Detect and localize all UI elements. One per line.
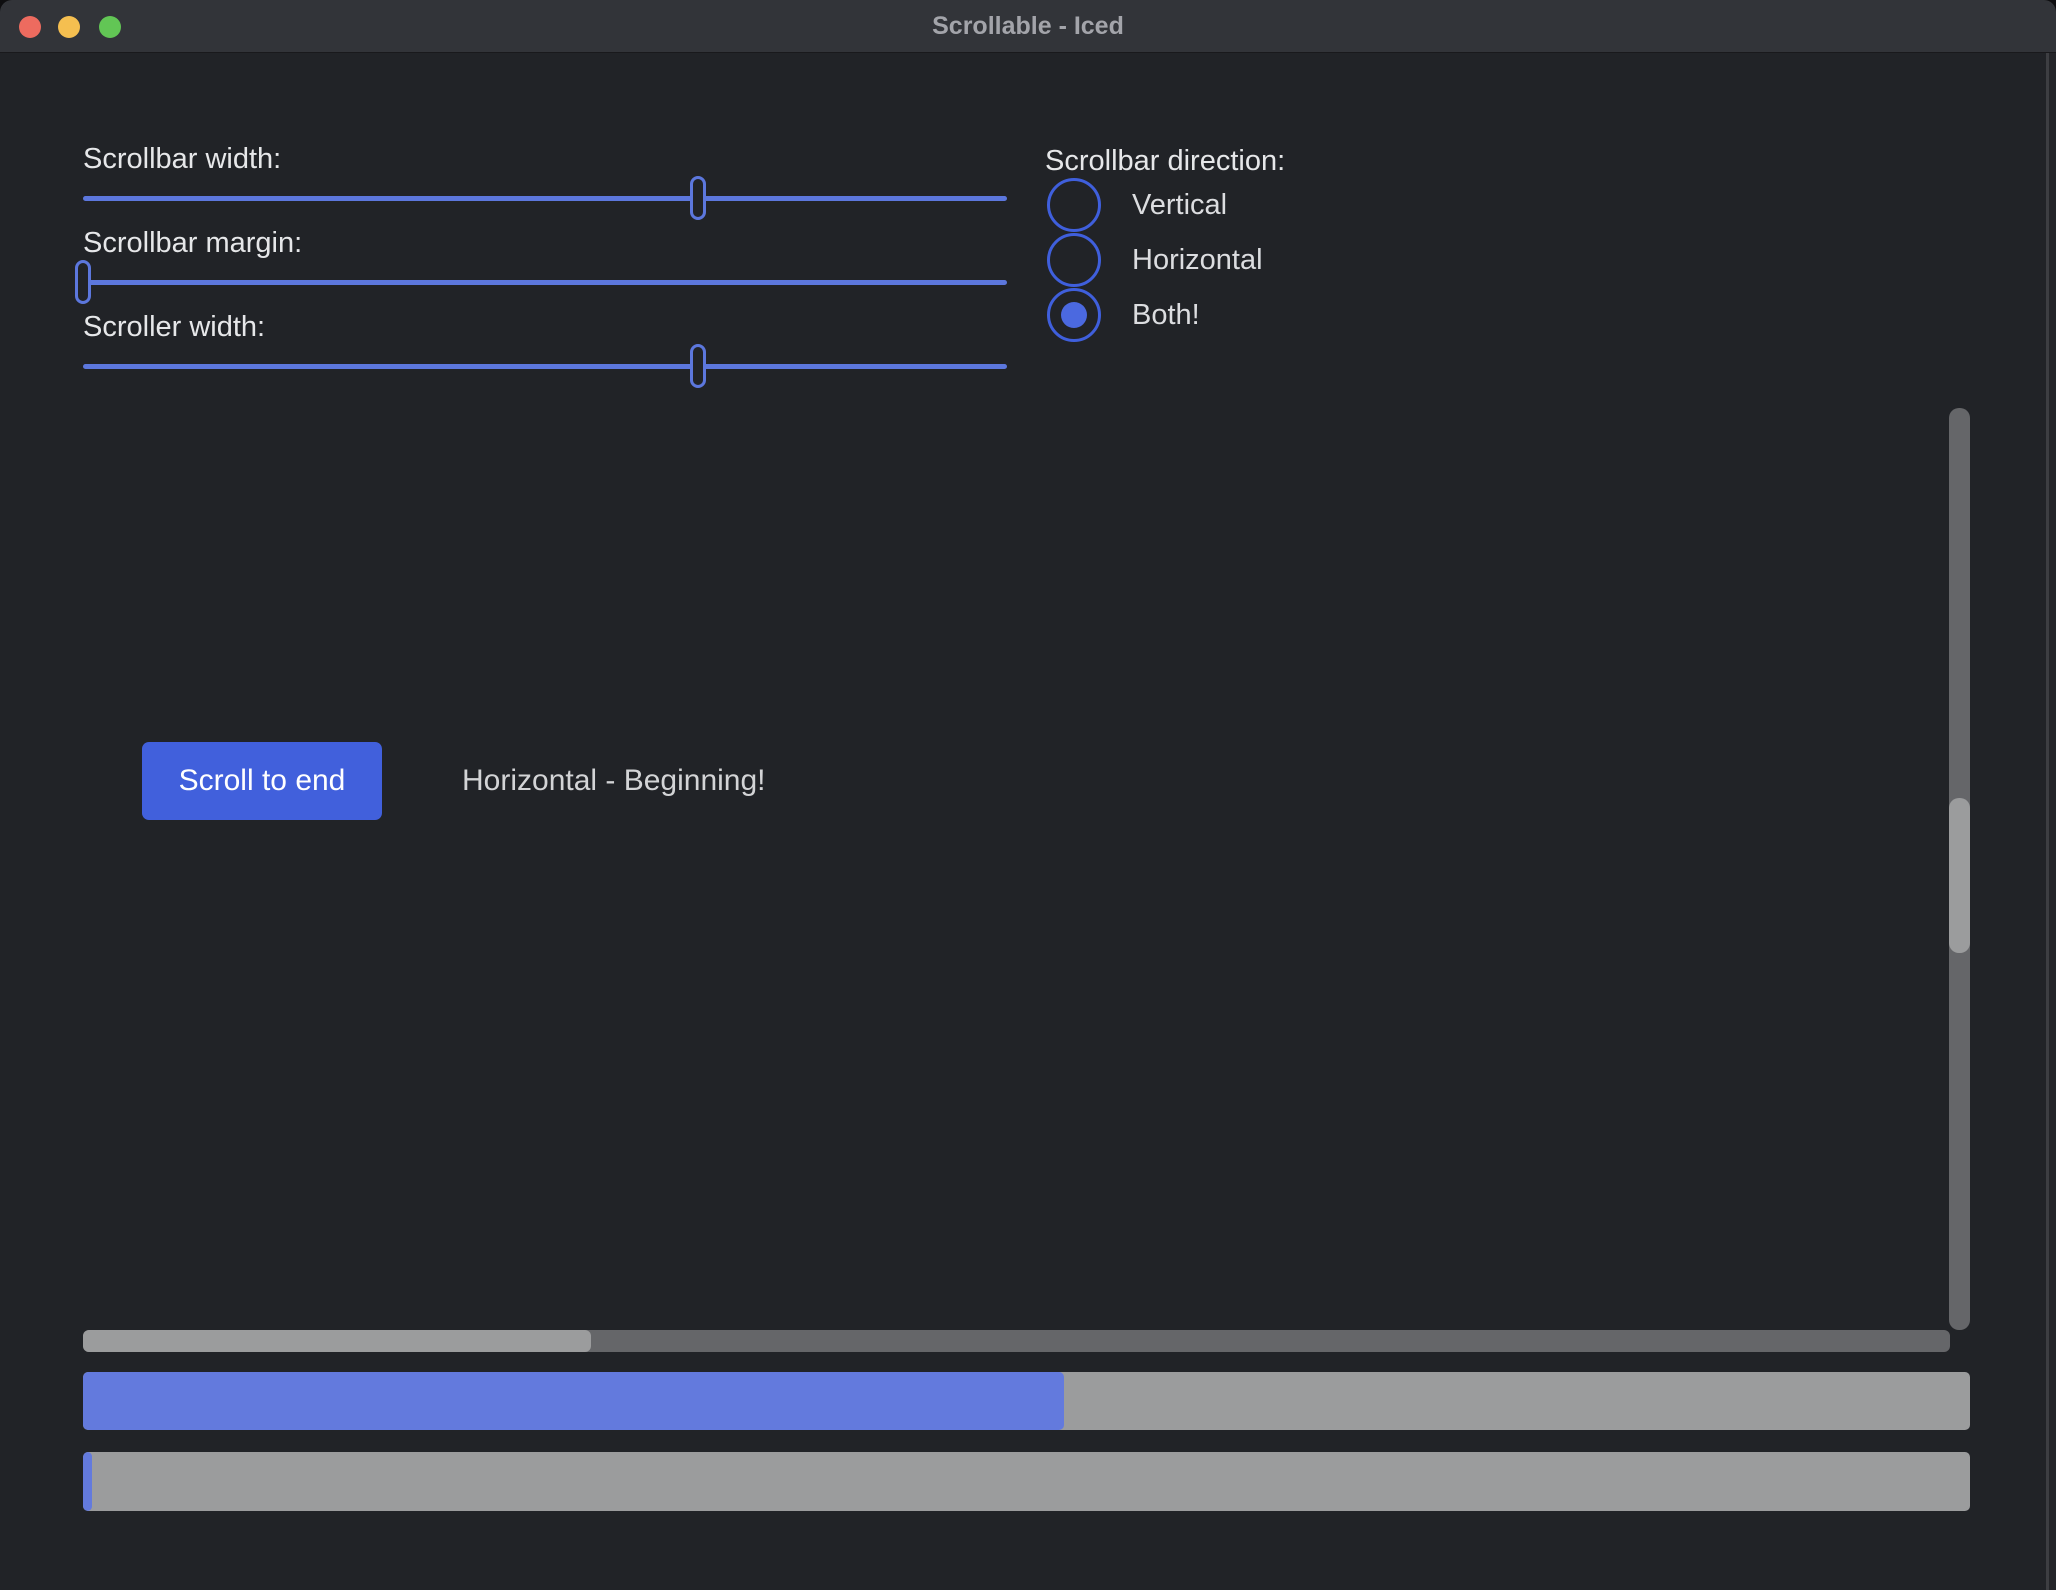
vertical-scrollbar[interactable] (1949, 408, 1970, 1330)
scrollbar-direction-label: Scrollbar direction: (1045, 144, 1285, 179)
scrollbar-margin-slider[interactable] (83, 260, 1007, 304)
window-right-edge-fill (2049, 53, 2056, 1590)
slider-track[interactable] (83, 280, 1007, 285)
radio-dot (1061, 302, 1087, 328)
slider-handle[interactable] (690, 344, 706, 388)
radio-both[interactable]: Both! (1047, 288, 1447, 342)
progress-fill (83, 1372, 1064, 1430)
scroll-to-end-button[interactable]: Scroll to end (142, 742, 382, 820)
radio-circle[interactable] (1047, 233, 1101, 287)
scroll-status-text: Horizontal - Beginning! (462, 766, 766, 796)
app-window: Scrollable - Iced Scrollbar width: Scrol… (0, 0, 2056, 1590)
radio-both-label: Both! (1132, 301, 1200, 330)
slider-track[interactable] (83, 196, 1007, 201)
radio-circle[interactable] (1047, 288, 1101, 342)
slider-handle[interactable] (690, 176, 706, 220)
vertical-scroller[interactable] (1949, 798, 1970, 953)
scrollbar-width-label: Scrollbar width: (83, 142, 281, 177)
horizontal-progress-bar (83, 1372, 1970, 1430)
radio-vertical-label: Vertical (1132, 191, 1227, 220)
radio-horizontal-label: Horizontal (1132, 246, 1263, 275)
scrollbar-width-slider[interactable] (83, 176, 1007, 220)
scroller-width-label: Scroller width: (83, 310, 265, 345)
titlebar: Scrollable - Iced (0, 0, 2056, 53)
horizontal-scroller[interactable] (83, 1330, 591, 1352)
scrollbar-margin-label: Scrollbar margin: (83, 226, 302, 261)
vertical-progress-bar (83, 1452, 1970, 1511)
progress-fill (83, 1452, 92, 1511)
radio-horizontal[interactable]: Horizontal (1047, 233, 1447, 287)
scroller-width-slider[interactable] (83, 344, 1007, 388)
radio-vertical[interactable]: Vertical (1047, 178, 1447, 232)
slider-track[interactable] (83, 364, 1007, 369)
window-title: Scrollable - Iced (0, 14, 2056, 39)
radio-circle[interactable] (1047, 178, 1101, 232)
slider-handle[interactable] (75, 260, 91, 304)
horizontal-scrollbar[interactable] (83, 1330, 1950, 1352)
